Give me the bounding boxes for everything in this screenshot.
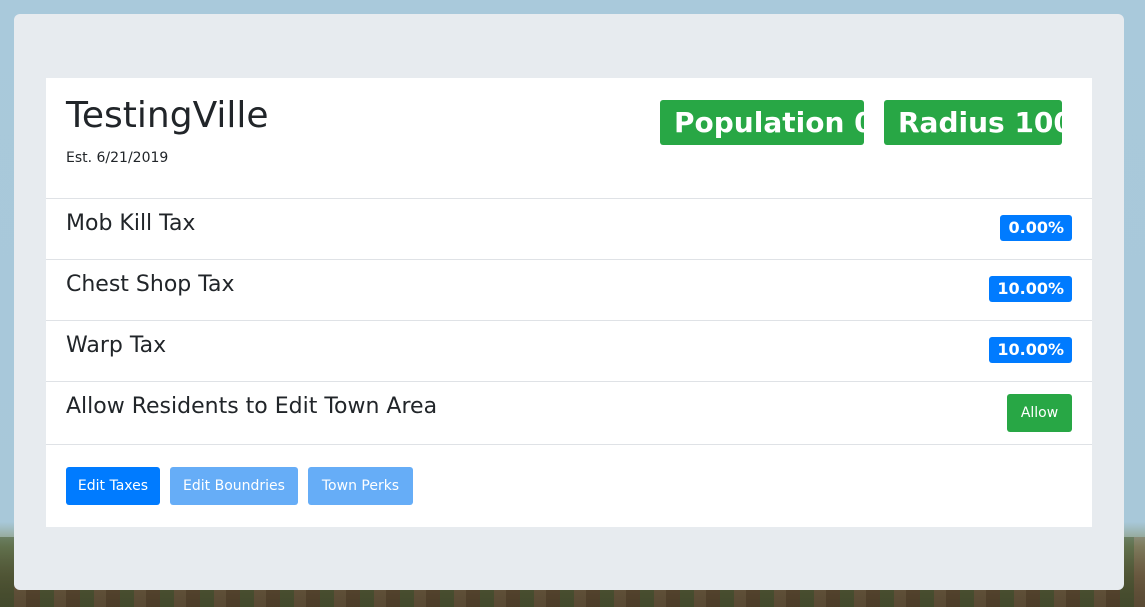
- tax-value-badge: 10.00%: [989, 337, 1072, 363]
- edit-taxes-button[interactable]: Edit Taxes: [66, 467, 160, 505]
- tax-row-mob-kill: Mob Kill Tax 0.00%: [46, 199, 1092, 260]
- town-name: TestingVille: [66, 95, 269, 136]
- tax-label: Mob Kill Tax: [66, 211, 196, 236]
- tax-label: Chest Shop Tax: [66, 272, 235, 297]
- tax-value-badge: 0.00%: [1000, 215, 1072, 241]
- tax-value-badge: 10.00%: [989, 276, 1072, 302]
- population-badge: Population 0: [660, 100, 874, 145]
- permission-label: Allow Residents to Edit Town Area: [66, 394, 438, 419]
- town-card: TestingVille Est. 6/21/2019 Population 0…: [46, 78, 1092, 527]
- town-header: TestingVille Est. 6/21/2019 Population 0…: [46, 78, 1092, 199]
- tax-row-chest-shop: Chest Shop Tax 10.00%: [46, 260, 1092, 321]
- established-date: Est. 6/21/2019: [66, 150, 169, 166]
- tax-label: Warp Tax: [66, 333, 167, 358]
- town-perks-button[interactable]: Town Perks: [308, 467, 413, 505]
- edit-boundries-button[interactable]: Edit Boundries: [170, 467, 298, 505]
- action-buttons: Edit Taxes Edit Boundries Town Perks: [46, 445, 1092, 527]
- allow-button[interactable]: Allow: [1007, 394, 1072, 432]
- tax-row-warp: Warp Tax 10.00%: [46, 321, 1092, 382]
- outer-panel: TestingVille Est. 6/21/2019 Population 0…: [14, 14, 1124, 590]
- radius-badge: Radius 100: [884, 100, 1073, 145]
- permission-row-edit-area: Allow Residents to Edit Town Area Allow: [46, 382, 1092, 445]
